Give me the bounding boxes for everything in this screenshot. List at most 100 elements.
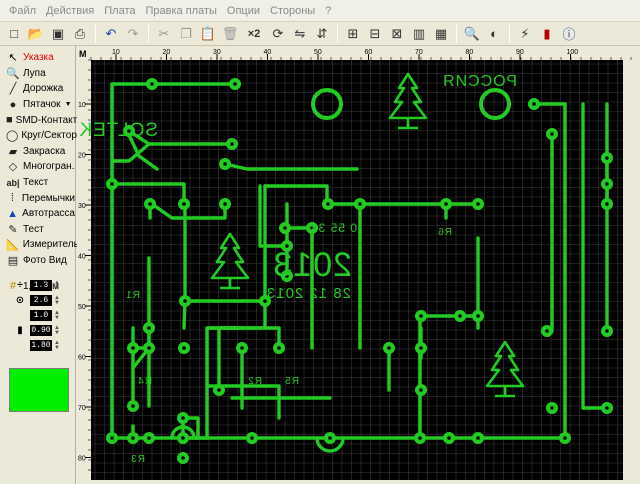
dropdown-arrow-icon[interactable]: ▼ [65,101,72,108]
clone-icon[interactable]: ▥ [409,24,429,44]
mirror-v-icon[interactable]: ⇵ [312,24,332,44]
delete-icon[interactable]: 🗑 [220,24,240,44]
pcb-pad-hole [148,202,152,206]
pcb-pad-hole [563,436,567,440]
spinner-icon[interactable]: ▲ ▼ [54,280,60,291]
designator-label: R5 [284,376,299,387]
menu-board[interactable]: Плата [99,1,140,21]
menu-sides[interactable]: Стороны [265,1,320,21]
info-icon[interactable]: ⓘ [559,24,579,44]
separator [337,24,338,43]
print-icon[interactable]: ⎙ [70,24,90,44]
redo-icon[interactable]: ↷ [123,24,143,44]
menu-edit-board[interactable]: Правка платы [140,1,221,21]
fill-icon: ▰ [8,145,18,158]
pcb-workspace[interactable]: M 10 20 30 40 50 60 70 80 90 100 10 20 30 40 50 60 70 80 SO… [77,46,632,480]
left-ruler [77,46,91,480]
tool-label: SMD-Контакт [15,114,78,126]
new-file-icon[interactable]: □ [4,24,24,44]
ungroup-icon[interactable]: ⊠ [387,24,407,44]
date-text: 28 12 2013 [266,285,351,302]
ruler-tick-label: 70 [415,49,423,56]
macro-icon[interactable]: ▦ [431,24,451,44]
menu-options[interactable]: Опции [222,1,265,21]
paste-icon[interactable]: 📋 [198,24,218,44]
menu-file[interactable]: Файл [4,1,41,21]
pcb-pad-hole [605,406,609,410]
country-text: РОССИЯ [442,73,517,90]
photo-view-icon: ▤ [7,255,19,268]
tool-fill[interactable]: ▰ Закраска [0,144,75,160]
find-icon[interactable]: 🔍 [462,24,482,44]
ruler-tick-label: 100 [567,49,579,56]
save-icon[interactable]: ▣ [48,24,68,44]
cut-icon[interactable]: ✂ [154,24,174,44]
tool-test[interactable]: ✎ Тест [0,222,75,238]
menu-actions[interactable]: Действия [41,1,99,21]
pcb-pad-hole [447,436,451,440]
contrast-icon[interactable]: ◐ [484,24,504,44]
pcb-pad-hole [418,436,422,440]
pad-outer-row: ⊙ 2.6 ▲ ▼ [10,293,74,308]
tool-label: Закраска [23,145,66,157]
smd-w-row: ▮ 0.90 ▲ ▼ [10,323,74,338]
parameters-panel: ÷ 1.3 ▲ ▼ ⊙ 2.6 ▲ ▼ 1.0 ▲ ▼ ▮ 0.90 ▲ ▼ 1.80 … [4,278,74,353]
zoom2-icon[interactable]: ×2 [242,24,266,44]
toolbar: □ 📂 ▣ ⎙ ↶ ↷ ✂ ❐ 📋 🗑 ×2 ⟳ ⇋ ⇵ ⊞ ⊟ ⊠ ▥ ▦ 🔍… [0,22,640,46]
pcb-pad-hole [223,202,227,206]
spinner-icon[interactable]: ▲ ▼ [54,325,60,336]
pcb-pad-hole [550,406,554,410]
serial-text: 0 55 34 [310,221,357,235]
tool-track[interactable]: ╱ Дорожка [0,81,75,97]
tool-jumper[interactable]: ⁞ Перемычки [0,190,75,206]
component-icon[interactable]: ▮ [537,24,557,44]
smd-h-value[interactable]: 1.80 [30,340,52,351]
tool-pad[interactable]: ● Пятачок ▼ [0,97,75,113]
track-width-icon: ÷ [17,280,23,291]
ruler-icon: 📐 [6,239,20,252]
tool-panel: ↖ Указка 🔍 Лупа ╱ Дорожка ● Пятачок ▼ ■ SMD-Ко… [0,46,79,484]
rotate-icon[interactable]: ⟳ [268,24,288,44]
tool-label: Пятачок [23,99,61,111]
spinner-icon[interactable]: ▲ ▼ [54,295,60,306]
top-ruler [77,46,632,60]
mirror-h-icon[interactable]: ⇋ [290,24,310,44]
tool-label: Лупа [23,67,46,79]
open-icon[interactable]: 📂 [26,24,46,44]
tool-autoroute[interactable]: ▲ Автотрасса [0,206,75,222]
autoroute-icon[interactable]: ⚡ [515,24,535,44]
pcb-pad-hole [230,142,234,146]
undo-icon[interactable]: ↶ [101,24,121,44]
tool-pointer[interactable]: ↖ Указка [0,50,75,66]
ruler-tick-label: 80 [78,456,86,463]
ruler-tick-label: 20 [78,153,86,160]
ruler-tick-label: 40 [264,49,272,56]
ruler-tick-label: 30 [78,203,86,210]
layer-color-swatch[interactable] [9,368,69,412]
spinner-icon[interactable]: ▲ ▼ [54,310,60,321]
track-width-value[interactable]: 1.3 [30,280,52,291]
pcb-pad-hole [605,182,609,186]
track-width-row: ÷ 1.3 ▲ ▼ [10,278,74,293]
tool-photo-view[interactable]: ▤ Фото Вид [0,253,75,269]
pad-outer-value[interactable]: 2.6 [30,295,52,306]
menu-help[interactable]: ? [320,1,336,21]
copy-icon[interactable]: ❐ [176,24,196,44]
group-icon[interactable]: ⊟ [365,24,385,44]
spinner-icon[interactable]: ▲ ▼ [54,340,60,351]
smd-pad-icon: ■ [6,114,13,127]
pcb-canvas[interactable]: M 10 20 30 40 50 60 70 80 90 100 10 20 30 40 50 60 70 80 SO… [77,46,632,480]
pad-inner-value[interactable]: 1.0 [30,310,52,321]
smd-w-value[interactable]: 0.90 [30,325,52,336]
tool-text[interactable]: ab| Текст [0,175,75,191]
tool-smd-pad[interactable]: ■ SMD-Контакт [0,112,78,128]
text-icon: ab| [6,177,20,188]
pcb-pad-hole [605,156,609,160]
pcb-pad-hole [147,326,151,330]
align-icon[interactable]: ⊞ [343,24,363,44]
tool-polygon[interactable]: ◇ Многогран. [0,159,75,175]
tool-ruler[interactable]: 📐 Измеритель [0,237,79,253]
pcb-pad-hole [545,329,549,333]
tool-circle[interactable]: ◯ Круг/Сектор [0,128,77,144]
tool-magnifier[interactable]: 🔍 Лупа [0,66,75,82]
